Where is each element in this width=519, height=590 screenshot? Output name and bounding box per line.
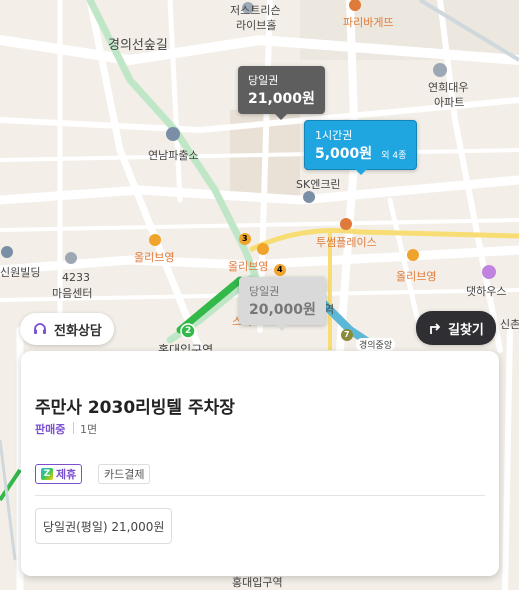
map-label: 마음센터 [52, 287, 93, 300]
price-option[interactable]: 당일권(평일) 21,000원 [35, 508, 173, 544]
status-badge: 판매중 [35, 423, 66, 436]
poi-house-icon [482, 265, 496, 279]
pin-price: 20,000원 [249, 302, 316, 318]
subway-line-number: 4 [277, 265, 283, 274]
map-label: 라이브홀 [236, 19, 277, 32]
map-label: 올리브영 [396, 270, 437, 283]
map-label: 아파트 [434, 96, 465, 109]
parking-lot-name: 주만사 2030리빙텔 주차장 [35, 398, 235, 418]
poi-store-icon [407, 249, 419, 261]
poi-cafe-icon [340, 218, 352, 230]
poi-center-icon [65, 252, 77, 264]
card-payment-label: 카드결제 [104, 468, 145, 481]
directions-label: 길찾기 [448, 322, 484, 338]
parking-pin-selected[interactable]: 1시간권 5,000원 외 4종 [304, 120, 418, 175]
poi-store-icon [257, 243, 269, 255]
subway-line-number: 3 [242, 234, 248, 243]
parking-detail-card[interactable]: 주만사 2030리빙텔 주차장 판매중 1면 Z 제휴 카드결제 당일권(평일)… [21, 351, 499, 576]
map-label: 경의선숲길 [108, 38, 168, 53]
map-label: 올리브영 [134, 251, 175, 264]
map-label: 파리바게뜨 [343, 16, 394, 29]
map-label: 댓하우스 [466, 285, 507, 298]
price-option-label: 당일권(평일) 21,000원 [43, 519, 165, 534]
map-label: 연희대우 [428, 81, 469, 94]
partner-logo-icon: Z [41, 468, 53, 480]
poi-apartment-icon [433, 63, 447, 77]
partner-tag: Z 제휴 [35, 464, 83, 484]
map-label: 연남파출소 [148, 149, 199, 162]
pin-price: 5,000원 [315, 146, 373, 162]
pin-tail [354, 169, 367, 175]
partner-tag-label: 제휴 [56, 468, 77, 481]
headset-icon [34, 323, 46, 334]
map-label: 신촌 [500, 318, 519, 331]
poi-building-icon [1, 246, 13, 258]
phone-consult-label: 전화상담 [54, 323, 102, 339]
pin-extra-count: 외 4종 [381, 151, 407, 161]
divider [35, 495, 485, 496]
pin-tail [275, 114, 288, 120]
directions-button[interactable]: 길찾기 [416, 311, 496, 345]
pin-ticket-type: 당일권 [248, 74, 279, 87]
poi-store-icon [149, 234, 161, 246]
pin-price: 21,000원 [248, 91, 315, 107]
pin-ticket-type: 당일권 [249, 285, 280, 298]
divider [73, 422, 74, 434]
map-label: 경의중앙 [356, 338, 396, 351]
map-label: 신원빌딩 [0, 266, 41, 279]
poi-gas-icon [303, 191, 315, 203]
space-count: 1면 [80, 423, 98, 436]
poi-police-icon [166, 127, 180, 141]
map-label: 저스트리슨 [230, 4, 281, 17]
parking-pin[interactable]: 당일권 21,000원 [238, 66, 325, 120]
turn-right-icon [430, 323, 441, 334]
card-payment-tag: 카드결제 [98, 464, 151, 484]
subway-line-number: 2 [185, 326, 192, 336]
map-label: SK엔크린 [296, 178, 341, 191]
map-label: 투썸플레이스 [316, 236, 377, 249]
subway-line-number: 7 [344, 330, 350, 339]
map-label: 4233 [62, 271, 90, 284]
pin-ticket-type: 1시간권 [315, 129, 353, 142]
map-label: 올리브영 [228, 260, 269, 273]
map-label: 홍대입구역 [232, 576, 283, 589]
parking-pin[interactable]: 당일권 20,000원 [239, 277, 326, 331]
pin-tail [276, 325, 289, 331]
phone-consult-button[interactable]: 전화상담 [20, 313, 114, 345]
